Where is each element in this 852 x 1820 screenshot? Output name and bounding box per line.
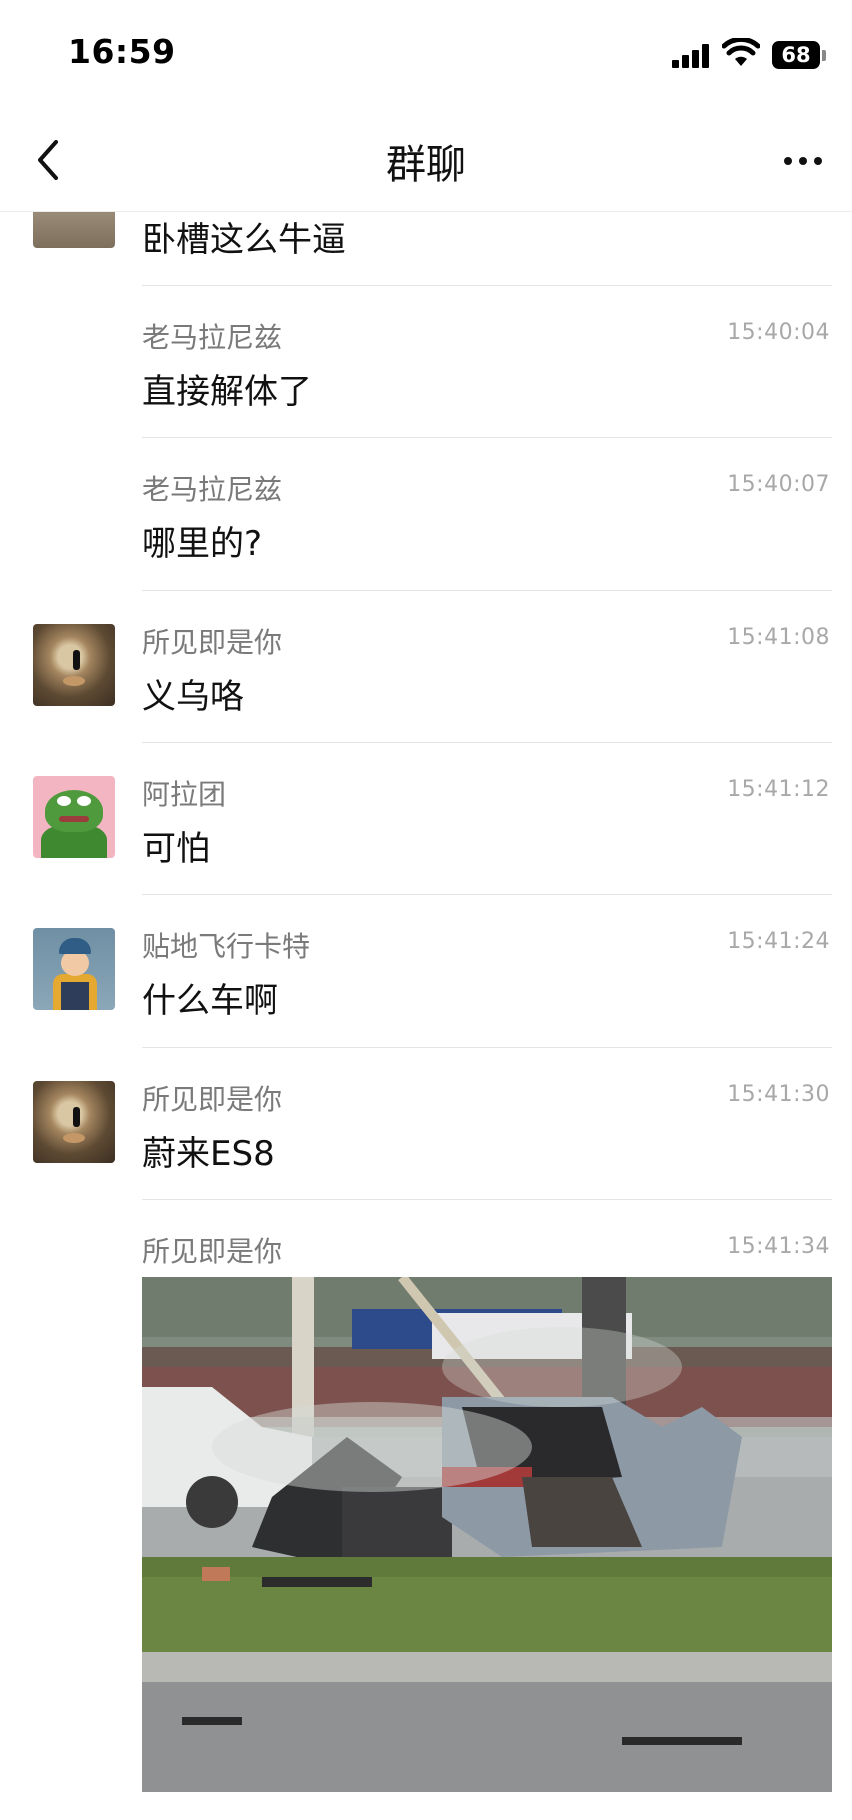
cellular-signal-icon bbox=[672, 44, 710, 68]
avatar-mouth bbox=[63, 676, 85, 686]
status-bar: 16:59 68 bbox=[0, 0, 852, 110]
avatar-cap bbox=[59, 938, 91, 954]
message-text: 直接解体了 bbox=[142, 372, 312, 412]
message-divider bbox=[142, 590, 832, 591]
status-time: 16:59 bbox=[68, 32, 176, 71]
wifi-icon bbox=[722, 38, 760, 66]
message-divider bbox=[142, 742, 832, 743]
message-text: 可怕 bbox=[142, 829, 210, 869]
message-text: 蔚来ES8 bbox=[142, 1134, 275, 1174]
avatar-eye bbox=[57, 796, 71, 806]
battery-icon: 68 bbox=[772, 41, 820, 69]
nav-bar: 群聊 bbox=[0, 110, 852, 212]
battery-cap bbox=[822, 50, 826, 61]
sender-name[interactable]: 阿拉团 bbox=[142, 773, 226, 813]
avatar-eye bbox=[73, 1107, 80, 1127]
message-time: 15:41:24 bbox=[727, 929, 830, 954]
message-text: 义乌咯 bbox=[142, 677, 244, 717]
sender-name[interactable]: 所见即是你 bbox=[142, 621, 282, 661]
crash-photo[interactable] bbox=[142, 1277, 832, 1792]
message-divider bbox=[142, 285, 832, 286]
avatar-head bbox=[45, 790, 103, 832]
avatar-eye bbox=[73, 650, 80, 670]
message-time: 15:40:07 bbox=[727, 472, 830, 497]
avatar[interactable] bbox=[33, 1081, 115, 1163]
sender-name[interactable]: 老马拉尼兹 bbox=[142, 316, 282, 356]
message-time: 15:40:04 bbox=[727, 320, 830, 345]
page-title: 群聊 bbox=[386, 142, 466, 188]
message-divider bbox=[142, 437, 832, 438]
message-text: 什么车啊 bbox=[142, 981, 278, 1021]
message-divider bbox=[142, 1199, 832, 1200]
avatar-overall bbox=[61, 982, 89, 1010]
sender-name[interactable]: 贴地飞行卡特 bbox=[142, 925, 310, 965]
sender-name[interactable]: 老马拉尼兹 bbox=[142, 468, 282, 508]
avatar[interactable] bbox=[33, 776, 115, 858]
avatar-mouth bbox=[63, 1133, 85, 1143]
message-divider bbox=[142, 1047, 832, 1048]
message-text: 卧槽这么牛逼 bbox=[142, 220, 346, 260]
avatar[interactable] bbox=[33, 624, 115, 706]
avatar-eye bbox=[77, 796, 91, 806]
message-text: 哪里的? bbox=[142, 524, 263, 564]
message-time: 15:41:34 bbox=[727, 1234, 830, 1259]
message-list[interactable]: 卧槽这么牛逼 老马拉尼兹 15:40:04 直接解体了 老马拉尼兹 15:40:… bbox=[0, 0, 852, 1820]
sender-name[interactable]: 所见即是你 bbox=[142, 1078, 282, 1118]
crash-photo-illustration bbox=[142, 1277, 832, 1792]
avatar[interactable] bbox=[33, 928, 115, 1010]
more-dots-icon[interactable] bbox=[778, 146, 828, 176]
avatar-mouth bbox=[59, 816, 89, 822]
message-time: 15:41:12 bbox=[727, 777, 830, 802]
message-time: 15:41:30 bbox=[727, 1082, 830, 1107]
message-divider bbox=[142, 894, 832, 895]
message-time: 15:41:08 bbox=[727, 625, 830, 650]
sender-name[interactable]: 所见即是你 bbox=[142, 1230, 282, 1270]
